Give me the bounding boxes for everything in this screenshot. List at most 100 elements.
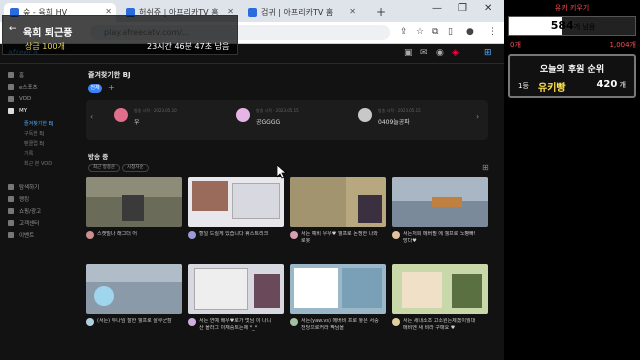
sidebar-sub-favorites[interactable]: 즐겨찾기한 BJ [24, 120, 54, 127]
sidebar-toggle-icon[interactable]: ▯ [448, 27, 453, 37]
person-icon [8, 108, 14, 114]
grid-view-icon[interactable]: ⊞ [482, 163, 489, 172]
avatar [188, 318, 196, 326]
stream-info[interactable]: 서든(yaw.vs) 메버비 프로 놓은 서중 천당으로커라 짝님을 [290, 316, 386, 334]
stream-info[interactable]: 할일 드릴게 있습니다 휴스트리크 [188, 229, 284, 247]
sidebar-item-label: 랭킹 [19, 197, 30, 203]
sidebar-item-label: 이벤트 [19, 233, 35, 239]
sidebar-item-home[interactable]: 홈 [8, 70, 24, 80]
sidebar-item-label: 고객센터 [19, 221, 40, 227]
overlay-prize: 상금 100개 [25, 41, 65, 52]
stream-info[interactable]: 서든 연예 배우♥로가 멋님 이 나니 산 올라그 이재중트는제 *_* [188, 316, 284, 334]
main-content: 즐겨찾기한 BJ 전체 + 방송 시작 · 2023.05.10 우 방송 시작… [80, 64, 504, 360]
stream-info[interactable]: 서든저희 메버필 에 웰프로 노빵빠! 망다♥ [392, 229, 488, 247]
stream-info[interactable]: 서든 세내소조 고소원는제겠이뭘대 메비엔 새 비라 구매요 ♥ [392, 316, 488, 334]
apps-grid-icon[interactable]: ⊞ [484, 48, 492, 58]
filter-viewers[interactable]: 시청자순 [122, 164, 149, 172]
goal-min: 0개 [510, 41, 521, 49]
stream-title: 서든 연예 배우♥로가 멋님 이 나니 [199, 318, 272, 324]
user-avatar-icon[interactable]: ◈ [452, 48, 459, 58]
stream-thumbnail[interactable] [290, 264, 386, 314]
afreeca-favicon-icon [248, 8, 257, 17]
favorite-meta: 방송 시작 · 2023.05.10 [134, 108, 177, 113]
carousel-next-icon[interactable]: › [476, 112, 479, 121]
favorite-name: 우 [134, 119, 140, 126]
filter-recent[interactable]: 최근 방송순 [88, 164, 121, 172]
sidebar-item-shopping[interactable]: 쇼핑/광고 [8, 206, 41, 216]
sidebar-item-explore[interactable]: 탐색하기 [8, 182, 39, 192]
stream-thumbnail[interactable] [86, 264, 182, 314]
stream-info[interactable]: 스캣빌나 래그더 어 [86, 229, 182, 247]
tab-geomgwi[interactable]: 검귀 | 아프리카TV 홈 ✕ [242, 3, 360, 22]
ranking-name: 유키빵 [538, 83, 566, 94]
sidebar-item-support[interactable]: 고객센터 [8, 218, 39, 228]
new-tab-icon[interactable]: + [376, 5, 386, 19]
avatar [392, 318, 400, 326]
sidebar-item-label: e스포츠 [19, 85, 38, 91]
window-close-icon[interactable]: ✕ [484, 3, 492, 14]
avatar [114, 108, 128, 122]
stream-title: 스캣빌나 래그더 어 [97, 231, 137, 237]
sidebar-sub-fanclub[interactable]: 팬클럽 BJ [24, 140, 44, 147]
favorites-panel: 방송 시작 · 2023.05.10 우 방송 시작 · 2023.05.15 … [86, 100, 488, 140]
minimize-icon[interactable]: — [432, 3, 442, 14]
gift-icon [8, 232, 14, 238]
close-icon[interactable]: ✕ [349, 7, 356, 16]
avatar [358, 108, 372, 122]
browser-window: 숲 - 육희 HV ✕ 허쉬쥬 | 아프리카TV 홈 ✕ 검귀 | 아프리카TV… [0, 0, 504, 360]
sidebar-item-vod[interactable]: VOD [8, 94, 31, 104]
stream-title: 서든저희 메버필 에 웰프로 노빵빠! [403, 231, 476, 237]
sidebar-sub-subscribed[interactable]: 구독한 BJ [24, 130, 44, 137]
favorite-meta: 방송 시작 · 2023.05.15 [378, 108, 421, 113]
stream-title-line2: 메비엔 새 비라 구매요 ♥ [403, 325, 456, 331]
carousel-prev-icon[interactable]: ‹ [90, 112, 93, 121]
stream-title: 할일 드릴게 있습니다 휴스트리크 [199, 231, 269, 237]
overlay-countdown: 23시간 46분 47초 남음 [147, 42, 230, 51]
stream-title-line2: 로봇 [301, 238, 311, 244]
donation-ranking-box: 오늘의 후원 순위 1등 유키빵 420 개 [508, 54, 636, 98]
goal-max: 1,004개 [609, 41, 636, 49]
favorite-card[interactable]: 방송 시작 · 2023.05.15 공GGGG [236, 106, 356, 134]
stream-info[interactable]: 서든 예비 우우♥ 웰프로 논쟁한 나와 로봇 [290, 229, 386, 247]
sidebar-item-my[interactable]: MY [8, 106, 27, 116]
sidebar-item-ranking[interactable]: 랭킹 [8, 194, 29, 204]
stream-title-line2: 천당으로커라 짝님을 [301, 325, 344, 331]
back-arrow-icon: ← [9, 24, 17, 34]
menu-kebab-icon[interactable]: ⋮ [488, 27, 497, 37]
play-icon [8, 96, 14, 102]
favorite-card[interactable]: 방송 시작 · 2023.05.10 우 [114, 106, 234, 134]
ranking-icon [8, 196, 14, 202]
stream-info[interactable]: (서든) 투나임 잘한 웰프로 살루군잠 [86, 316, 182, 334]
sidebar-sub-history[interactable]: 기록 [24, 150, 33, 157]
share-icon[interactable]: ⇪ [400, 27, 408, 37]
stream-thumbnail[interactable] [188, 264, 284, 314]
overlay-title: 육희 퇴근풍 [23, 28, 73, 39]
sidebar-item-label: 홈 [19, 73, 25, 79]
stream-title: (서든) 투나임 잘한 웰프로 살루군잠 [97, 318, 172, 324]
camera-icon[interactable]: ▣ [404, 48, 413, 58]
filter-chip-all[interactable]: 전체 [88, 84, 102, 93]
sidebar-item-label: 쇼핑/광고 [19, 209, 42, 215]
avatar [86, 231, 94, 239]
stream-title: 서든(yaw.vs) 메버비 프로 놓은 서중 [301, 318, 379, 324]
stream-thumbnail[interactable] [392, 177, 488, 227]
restore-icon[interactable]: ❐ [458, 3, 467, 14]
live-broadcast-icon[interactable]: ◉ [436, 48, 444, 58]
sidebar-item-event[interactable]: 이벤트 [8, 230, 34, 240]
sidebar-sub-recent-vod[interactable]: 최근 본 VOD [24, 160, 52, 167]
avatar [290, 231, 298, 239]
home-icon [8, 72, 14, 78]
stream-thumbnail[interactable] [188, 177, 284, 227]
mail-icon[interactable]: ✉ [420, 48, 428, 58]
goal-title: 유키 키우기 [554, 4, 590, 12]
favorite-card[interactable]: 방송 시작 · 2023.05.15 0409늘공파 [358, 106, 478, 134]
stream-thumbnail[interactable] [86, 177, 182, 227]
profile-icon[interactable]: ● [466, 27, 474, 37]
stream-thumbnail[interactable] [392, 264, 488, 314]
stream-thumbnail[interactable] [290, 177, 386, 227]
star-icon[interactable]: ☆ [416, 27, 424, 37]
live-heading: 방송 중 [88, 153, 109, 161]
extension-icon[interactable]: ⧉ [432, 27, 438, 37]
add-group-icon[interactable]: + [108, 83, 115, 92]
sidebar-item-esports[interactable]: e스포츠 [8, 82, 38, 92]
